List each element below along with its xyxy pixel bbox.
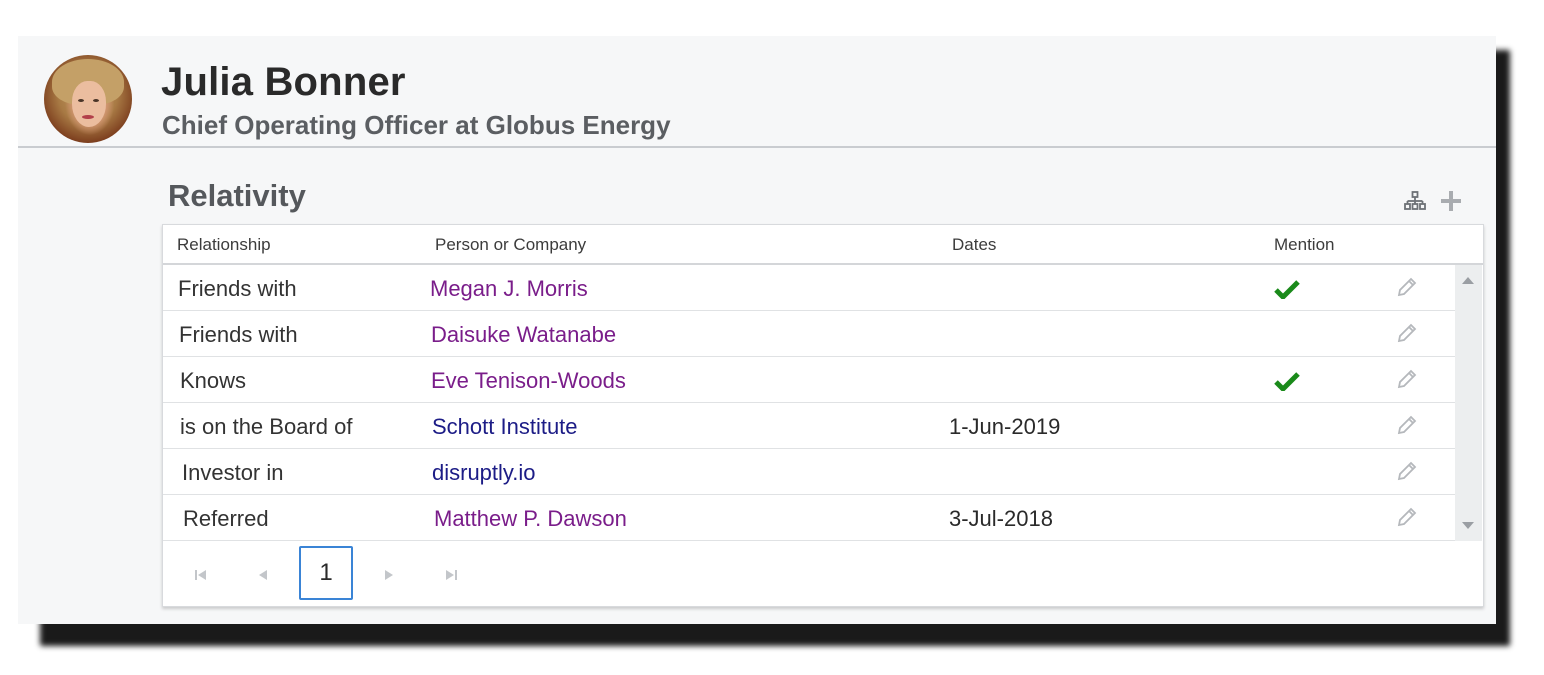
pencil-icon[interactable] [1395, 505, 1419, 534]
next-page-icon[interactable] [381, 567, 397, 583]
relationships-grid: Relationship Person or Company Dates Men… [162, 224, 1484, 607]
column-header-dates[interactable]: Dates [952, 235, 996, 255]
column-header-person-or-company[interactable]: Person or Company [435, 235, 586, 255]
column-header-relationship[interactable]: Relationship [177, 235, 271, 255]
relationship-cell: Investor in [182, 460, 284, 485]
section-toolbar [1402, 188, 1464, 214]
entity-link[interactable]: disruptly.io [432, 460, 536, 486]
pencil-icon[interactable] [1395, 275, 1419, 304]
profile-name: Julia Bonner [161, 60, 406, 104]
entity-link[interactable]: Matthew P. Dawson [434, 506, 627, 532]
pencil-icon[interactable] [1395, 413, 1419, 442]
table-row[interactable]: Friends with Daisuke Watanabe [163, 311, 1455, 357]
entity-link[interactable]: Megan J. Morris [430, 276, 588, 302]
first-page-icon[interactable] [193, 567, 209, 583]
date-cell: 3-Jul-2018 [949, 506, 1053, 531]
pager: 1 [163, 543, 1483, 605]
table-row[interactable]: Investor in disruptly.io [163, 449, 1455, 495]
prev-page-icon[interactable] [255, 567, 271, 583]
section-title: Relativity [168, 178, 306, 213]
table-row[interactable]: Knows Eve Tenison-Woods [163, 357, 1455, 403]
avatar [44, 55, 132, 143]
relationship-cell: Friends with [179, 322, 298, 347]
last-page-icon[interactable] [443, 567, 459, 583]
pencil-icon[interactable] [1395, 459, 1419, 488]
profile-header: Julia Bonner Chief Operating Officer at … [18, 36, 1496, 148]
pencil-icon[interactable] [1395, 367, 1419, 396]
plus-icon[interactable] [1438, 188, 1464, 214]
check-icon [1274, 279, 1300, 304]
relationship-cell: is on the Board of [180, 414, 353, 439]
org-chart-icon[interactable] [1402, 188, 1428, 214]
entity-link[interactable]: Daisuke Watanabe [431, 322, 616, 348]
relationship-cell: Friends with [178, 276, 297, 301]
relationship-cell: Knows [180, 368, 247, 393]
grid-header: Relationship Person or Company Dates Men… [163, 225, 1483, 265]
entity-link[interactable]: Eve Tenison-Woods [431, 368, 626, 394]
pencil-icon[interactable] [1395, 321, 1419, 350]
table-row[interactable]: Referred Matthew P. Dawson 3-Jul-2018 [163, 495, 1455, 541]
grid-rows: Friends with Megan J. Morris Friends wit… [163, 265, 1455, 541]
scroll-down-icon[interactable] [1462, 522, 1474, 529]
profile-card: Julia Bonner Chief Operating Officer at … [18, 36, 1496, 624]
profile-title: Chief Operating Officer at Globus Energy [162, 110, 671, 140]
current-page-button[interactable]: 1 [299, 546, 353, 600]
entity-link[interactable]: Schott Institute [432, 414, 578, 440]
table-row[interactable]: is on the Board of Schott Institute 1-Ju… [163, 403, 1455, 449]
vertical-scrollbar[interactable] [1455, 265, 1482, 541]
table-row[interactable]: Friends with Megan J. Morris [163, 265, 1455, 311]
relationship-cell: Referred [183, 506, 269, 531]
date-cell: 1-Jun-2019 [949, 414, 1061, 439]
check-icon [1274, 371, 1300, 396]
column-header-mention[interactable]: Mention [1274, 235, 1334, 255]
scroll-up-icon[interactable] [1462, 277, 1474, 284]
